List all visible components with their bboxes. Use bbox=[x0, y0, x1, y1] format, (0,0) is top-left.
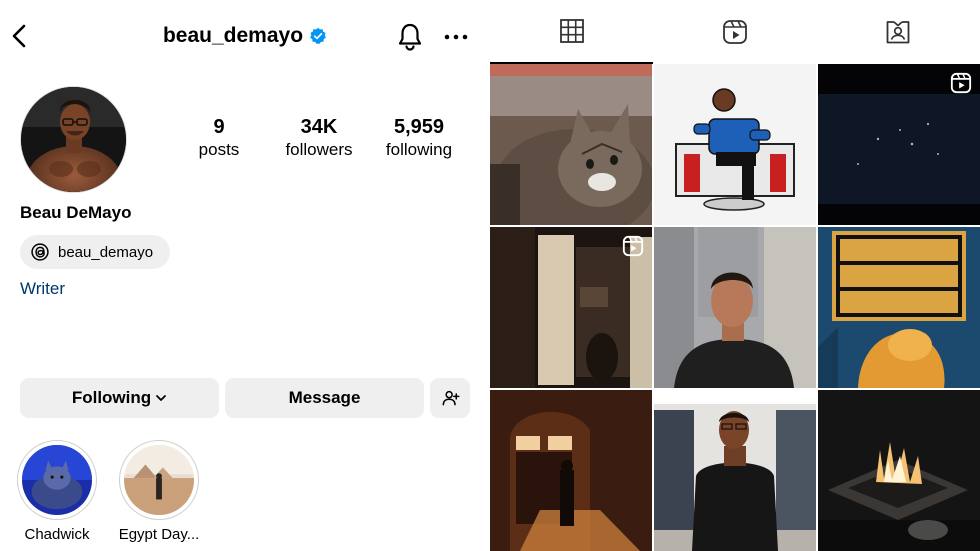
posts-label: posts bbox=[198, 140, 240, 159]
post-tile-window-reel[interactable] bbox=[490, 227, 652, 388]
bio-category[interactable]: Writer bbox=[20, 279, 65, 299]
username: beau_demayo bbox=[162, 24, 304, 47]
reels-icon bbox=[722, 20, 747, 44]
threads-handle: beau_demayo bbox=[58, 243, 154, 261]
followers-count: 34K bbox=[300, 116, 338, 138]
post-tile-firepit[interactable] bbox=[818, 390, 980, 551]
message-button[interactable]: Message bbox=[225, 378, 424, 418]
profile-header: beau_demayo bbox=[0, 0, 490, 72]
post-tile-cat[interactable] bbox=[490, 64, 652, 225]
posts-stat[interactable]: 9 posts bbox=[180, 115, 258, 161]
bell-icon[interactable] bbox=[396, 22, 424, 52]
following-button[interactable]: Following bbox=[20, 378, 219, 418]
post-tile-atlas-shrugged[interactable] bbox=[818, 227, 980, 388]
tab-posts-grid[interactable] bbox=[490, 0, 653, 64]
highlight-ring bbox=[17, 440, 97, 520]
posts-grid bbox=[490, 64, 980, 551]
highlight-label: Chadwick bbox=[24, 526, 90, 543]
tagged-icon bbox=[886, 21, 909, 44]
post-thumbnail bbox=[818, 390, 980, 551]
reel-badge-icon bbox=[950, 72, 972, 94]
highlight-label: Egypt Day... bbox=[118, 526, 200, 543]
post-thumbnail bbox=[490, 390, 652, 551]
highlight-egypt[interactable]: Egypt Day... bbox=[104, 440, 214, 543]
following-button-label: Following bbox=[71, 388, 152, 407]
following-count: 5,959 bbox=[393, 116, 445, 138]
add-user-icon bbox=[442, 390, 460, 406]
post-thumbnail bbox=[818, 227, 980, 388]
message-button-label: Message bbox=[288, 388, 361, 407]
threads-icon bbox=[31, 243, 49, 261]
post-tile-doorway[interactable] bbox=[490, 390, 652, 551]
chevron-down-icon bbox=[156, 395, 167, 401]
post-tile-store[interactable] bbox=[654, 390, 816, 551]
following-stat[interactable]: 5,959 following bbox=[378, 115, 460, 161]
post-thumbnail bbox=[654, 390, 816, 551]
posts-panel bbox=[490, 0, 980, 551]
post-tile-illustration[interactable] bbox=[654, 64, 816, 225]
followers-stat[interactable]: 34K followers bbox=[270, 115, 368, 161]
post-thumbnail bbox=[654, 227, 816, 388]
grid-icon bbox=[559, 19, 584, 43]
highlight-cover bbox=[22, 445, 92, 515]
followers-label: followers bbox=[285, 140, 353, 159]
post-thumbnail bbox=[654, 64, 816, 225]
following-label: following bbox=[385, 140, 453, 159]
verified-badge-icon bbox=[310, 27, 326, 44]
post-tile-city-portrait[interactable] bbox=[654, 227, 816, 388]
full-name: Beau DeMayo bbox=[20, 203, 132, 222]
reel-badge-icon bbox=[622, 235, 644, 257]
tab-reels[interactable] bbox=[653, 0, 816, 64]
post-tile-space-reel[interactable] bbox=[818, 64, 980, 225]
profile-avatar[interactable] bbox=[20, 86, 127, 193]
profile-panel: beau_demayo 9 posts 34K followers 5,959 … bbox=[0, 0, 490, 551]
post-thumbnail bbox=[490, 64, 652, 225]
profile-tabs bbox=[490, 0, 980, 64]
suggested-users-button[interactable] bbox=[430, 378, 470, 418]
posts-count: 9 bbox=[213, 116, 225, 138]
threads-link[interactable]: beau_demayo bbox=[20, 235, 170, 269]
highlight-ring bbox=[119, 440, 199, 520]
more-dots-icon[interactable] bbox=[442, 26, 470, 48]
tab-tagged[interactable] bbox=[816, 0, 979, 64]
highlight-chadwick[interactable]: Chadwick bbox=[2, 440, 112, 543]
highlight-cover bbox=[124, 445, 194, 515]
